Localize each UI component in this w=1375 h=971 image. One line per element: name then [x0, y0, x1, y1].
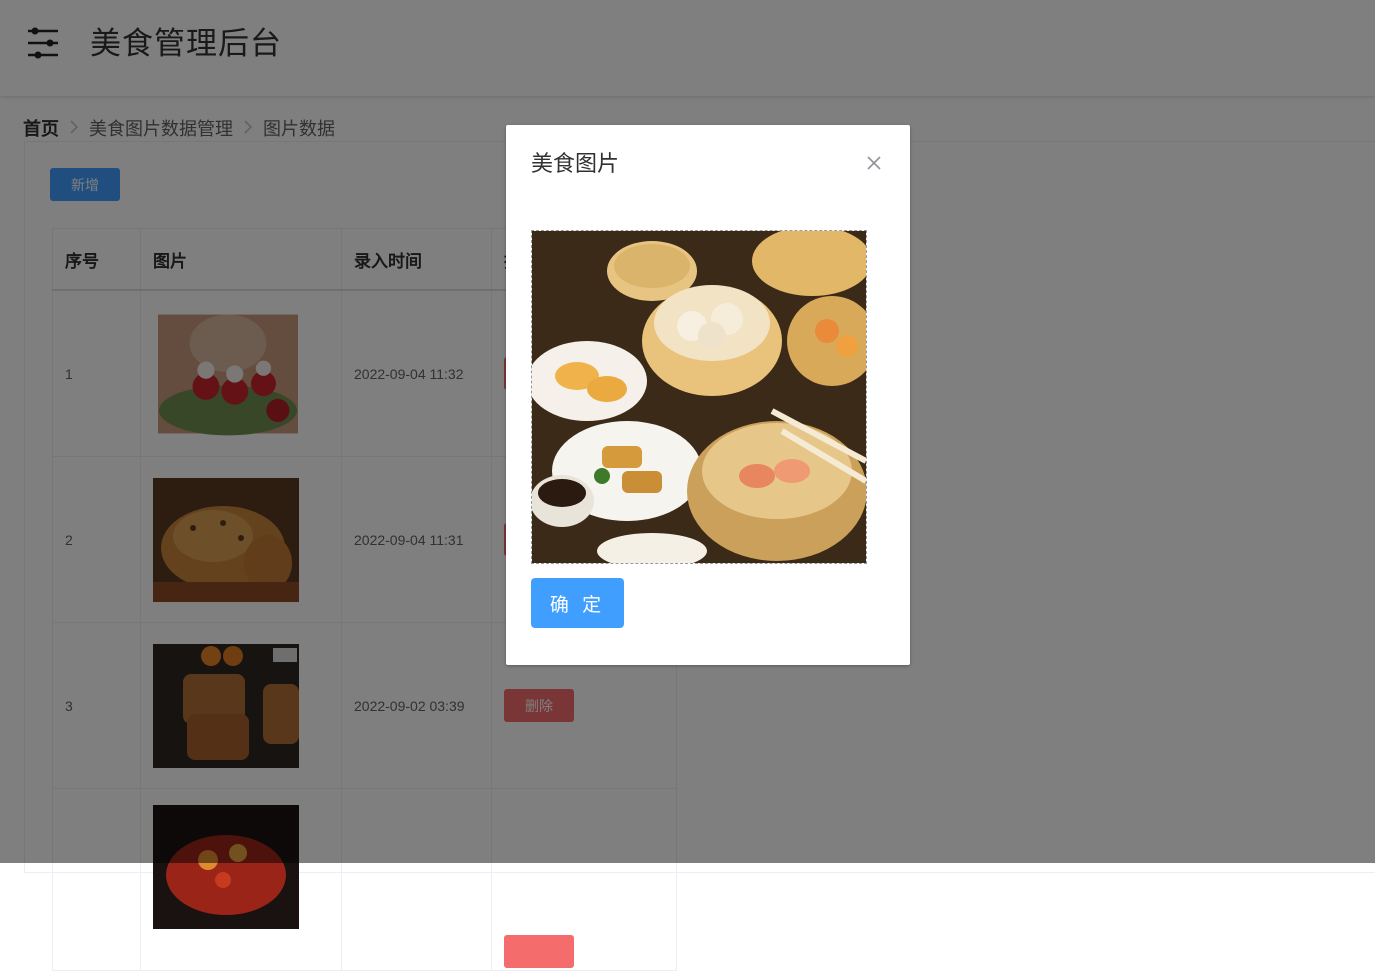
- dialog-title: 美食图片: [531, 151, 620, 176]
- confirm-button[interactable]: 确 定: [531, 578, 624, 628]
- close-icon[interactable]: [864, 153, 884, 173]
- image-dialog: 美食图片 确 定: [506, 125, 910, 665]
- delete-button[interactable]: [504, 935, 574, 968]
- dim-sum-image: [531, 230, 867, 564]
